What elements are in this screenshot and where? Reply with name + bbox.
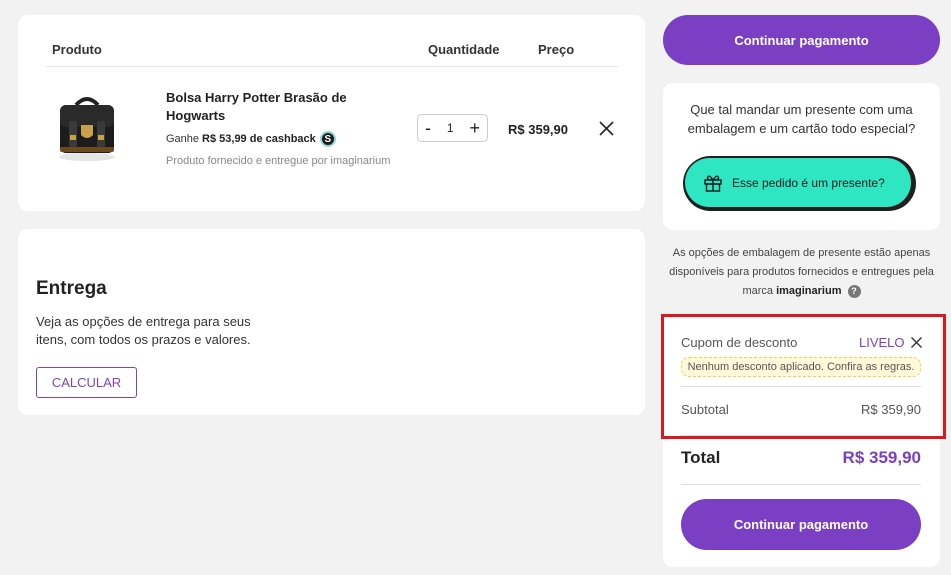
quantity-value[interactable]: 1 [447, 121, 454, 135]
product-name[interactable]: Bolsa Harry Potter Brasão de Hogwarts [166, 89, 386, 125]
cashback-coin-icon: S [319, 131, 336, 147]
supplied-by-text: Produto fornecido e entregue por imagina… [166, 155, 391, 167]
subtotal-label: Subtotal [681, 402, 729, 417]
coupon-code: LIVELO [859, 335, 905, 350]
header-price: Preço [538, 42, 575, 57]
continue-payment-button-bottom[interactable]: Continuar pagamento [681, 499, 921, 550]
product-image[interactable] [52, 91, 122, 163]
close-icon[interactable] [910, 336, 923, 349]
cashback-value: R$ 53,99 de cashback [202, 133, 316, 145]
header-product: Produto [52, 42, 102, 57]
total-label: Total [681, 448, 721, 467]
header-quantity: Quantidade [428, 42, 500, 57]
delivery-title: Entrega [36, 278, 107, 299]
gift-question: Que tal mandar um presente com uma embal… [687, 102, 916, 136]
gift-note-brand: imaginarium [776, 285, 842, 297]
gift-button-label: Esse pedido é um presente? [732, 175, 885, 190]
quantity-decrease-button[interactable]: - [425, 119, 431, 137]
quantity-increase-button[interactable]: + [469, 119, 480, 137]
gift-icon [704, 175, 722, 192]
close-icon[interactable] [598, 120, 615, 137]
quantity-stepper: - 1 + [417, 114, 488, 142]
header-divider [46, 66, 618, 67]
summary-divider [681, 386, 921, 387]
continue-payment-button-top[interactable]: Continuar pagamento [663, 15, 940, 65]
product-price: R$ 359,90 [508, 122, 568, 137]
subtotal-value: R$ 359,90 [861, 402, 921, 417]
gift-order-button-face[interactable]: Esse pedido é um presente? [685, 158, 911, 207]
coupon-status-message: Nenhum desconto aplicado. Confira as reg… [681, 357, 921, 377]
gift-card: Que tal mandar um presente com uma embal… [663, 83, 940, 230]
delivery-card: Entrega Veja as opções de entrega para s… [18, 229, 645, 415]
coupon-label: Cupom de desconto [681, 335, 798, 350]
calculate-shipping-button[interactable]: CALCULAR [36, 367, 137, 398]
cashback-prefix: Ganhe [166, 133, 200, 145]
cashback-info: Ganhe R$ 53,99 de cashback S [166, 131, 336, 147]
summary-divider [681, 484, 921, 485]
cart-product-card: Produto Quantidade Preço Bolsa Harry Pot… [18, 15, 645, 211]
delivery-description: Veja as opções de entrega para seus iten… [36, 314, 251, 347]
help-icon[interactable]: ? [847, 284, 861, 298]
gift-note: As opções de embalagem de presente estão… [663, 244, 940, 301]
gift-order-button[interactable]: Esse pedido é um presente? [683, 156, 916, 211]
total-value: R$ 359,90 [842, 448, 921, 467]
summary-divider [681, 435, 921, 436]
